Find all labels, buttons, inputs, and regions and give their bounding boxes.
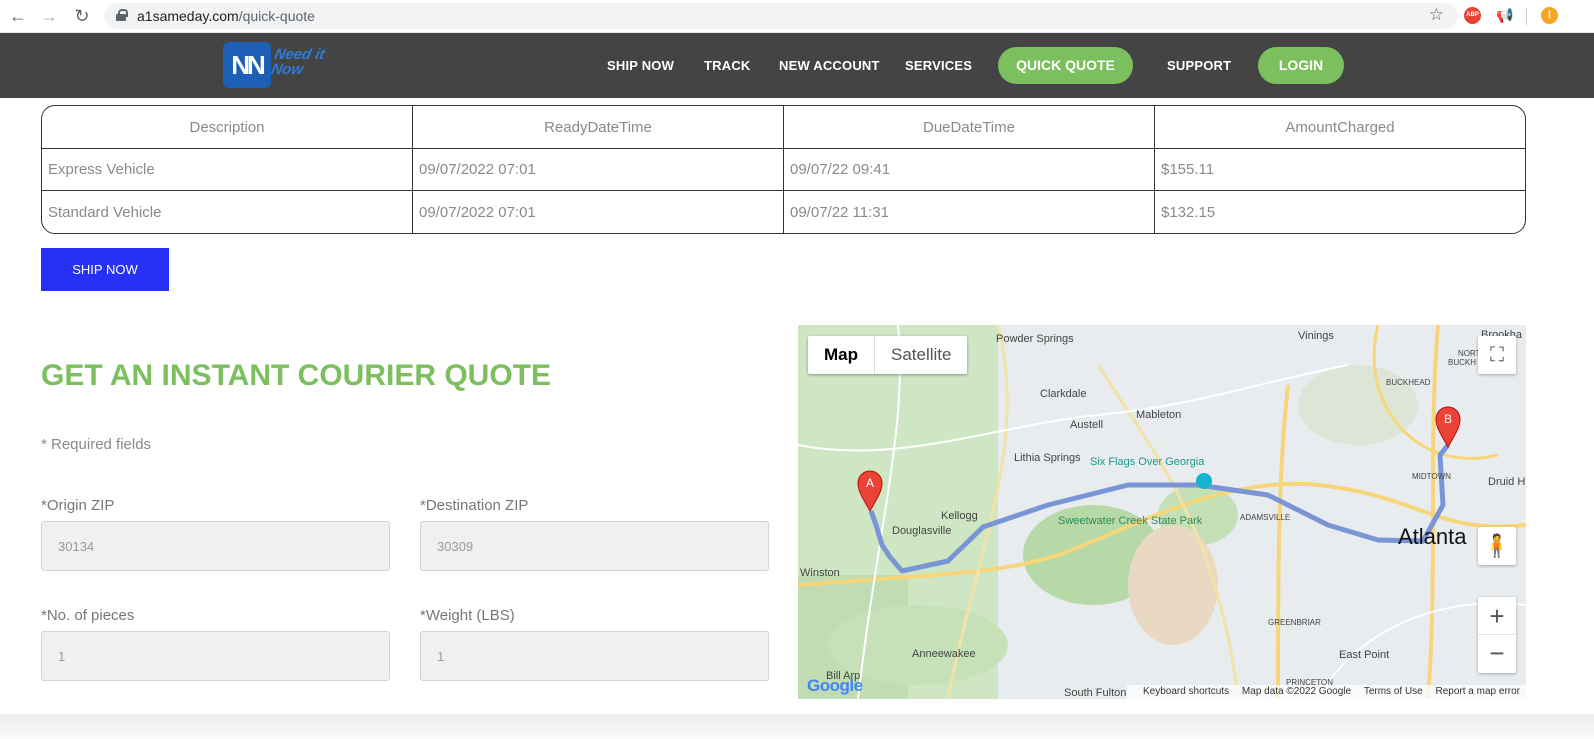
cell-due: 09/07/22 11:31	[784, 191, 1155, 233]
map-label: Druid H	[1488, 476, 1525, 488]
table-header-row: Description ReadyDateTime DueDateTime Am…	[42, 106, 1525, 149]
col-due-datetime: DueDateTime	[784, 106, 1155, 149]
col-amount-charged: AmountCharged	[1155, 106, 1525, 149]
site-header: NN Need it Now SHIP NOW TRACK NEW ACCOUN…	[0, 33, 1594, 98]
map-airport-area	[1128, 525, 1218, 645]
zoom-controls: + −	[1478, 597, 1516, 673]
cell-ready: 09/07/2022 07:01	[413, 149, 784, 191]
ship-now-button[interactable]: SHIP NOW	[41, 248, 169, 291]
map-label: Lithia Springs	[1014, 452, 1081, 464]
google-logo: Google	[807, 676, 863, 695]
nav-new-account[interactable]: NEW ACCOUNT	[779, 58, 880, 73]
back-arrow-icon[interactable]: ←	[6, 4, 30, 28]
update-alert-icon[interactable]: !	[1541, 7, 1558, 24]
marker-b-icon[interactable]: B	[1435, 406, 1461, 449]
route-map[interactable]: A B Powder Springs Clarkdale Mableton Au…	[798, 325, 1526, 699]
nav-support[interactable]: SUPPORT	[1167, 58, 1231, 73]
nav-login-button[interactable]: LOGIN	[1258, 47, 1344, 84]
map-label: Vinings	[1298, 330, 1334, 342]
map-label: Clarkdale	[1040, 388, 1086, 400]
map-label: Kellogg	[941, 510, 978, 522]
page-bottom-edge	[0, 714, 1594, 739]
zoom-in-icon[interactable]: +	[1478, 597, 1516, 635]
table-row[interactable]: Standard Vehicle 09/07/2022 07:01 09/07/…	[42, 191, 1525, 233]
map-label: GREENBRIAR	[1268, 618, 1321, 627]
map-label: Winston	[800, 567, 840, 579]
cell-ready: 09/07/2022 07:01	[413, 191, 784, 233]
megaphone-extension-icon[interactable]: 📢	[1496, 7, 1513, 24]
nav-ship-now[interactable]: SHIP NOW	[607, 58, 674, 73]
map-green-area	[1298, 365, 1418, 445]
map-type-satellite-button[interactable]: Satellite	[875, 336, 967, 374]
nav-track[interactable]: TRACK	[704, 58, 751, 73]
logo-script-text: Need it Now	[269, 46, 327, 78]
fullscreen-icon[interactable]: ⛶	[1478, 336, 1516, 374]
reload-icon[interactable]: ↻	[70, 4, 94, 28]
logo-badge: NN	[223, 42, 271, 88]
map-data-attribution: Map data ©2022 Google	[1241, 686, 1352, 697]
map-highway	[1276, 384, 1290, 699]
cell-description: Standard Vehicle	[42, 191, 413, 233]
map-label: Mableton	[1136, 409, 1181, 421]
report-map-error-link[interactable]: Report a map error	[1436, 686, 1520, 697]
destination-zip-input[interactable]	[420, 521, 769, 571]
marker-b-label: B	[1444, 412, 1452, 426]
cell-amount: $155.11	[1155, 149, 1525, 191]
map-label: BUCKH	[1448, 358, 1476, 367]
street-view-pegman-icon[interactable]: 🧍	[1478, 527, 1516, 565]
map-type-map-button[interactable]: Map	[808, 336, 875, 374]
form-title: GET AN INSTANT COURIER QUOTE	[41, 359, 551, 392]
keyboard-shortcuts-link[interactable]: Keyboard shortcuts	[1143, 686, 1229, 697]
required-fields-note: * Required fields	[41, 436, 152, 453]
origin-zip-input[interactable]	[41, 521, 390, 571]
map-label: ADAMSVILLE	[1240, 513, 1290, 522]
map-label-atlanta: Atlanta	[1398, 524, 1467, 549]
table-row[interactable]: Express Vehicle 09/07/2022 07:01 09/07/2…	[42, 149, 1525, 191]
nav-quick-quote-button[interactable]: QUICK QUOTE	[998, 47, 1133, 84]
url-text: a1sameday.com/quick-quote	[137, 8, 315, 24]
map-label: Powder Springs	[996, 333, 1074, 345]
map-label-park: Sweetwater Creek State Park	[1058, 515, 1203, 527]
pieces-input[interactable]	[41, 631, 390, 681]
address-bar[interactable]: a1sameday.com/quick-quote ☆	[104, 3, 1458, 29]
nav-services[interactable]: SERVICES	[905, 58, 972, 73]
pieces-label: *No. of pieces	[41, 607, 135, 624]
col-ready-datetime: ReadyDateTime	[413, 106, 784, 149]
bookmark-star-icon[interactable]: ☆	[1429, 5, 1444, 25]
browser-toolbar: ← → ↻ a1sameday.com/quick-quote ☆ ABP 📢 …	[0, 0, 1594, 33]
attraction-pin-icon	[1196, 473, 1212, 489]
cell-due: 09/07/22 09:41	[784, 149, 1155, 191]
weight-label: *Weight (LBS)	[420, 607, 515, 624]
map-label: Douglasville	[892, 525, 951, 537]
lock-icon	[116, 9, 128, 21]
forward-arrow-icon[interactable]: →	[37, 4, 61, 28]
col-description: Description	[42, 106, 413, 149]
toolbar-separator	[1526, 8, 1527, 25]
map-canvas[interactable]: A B Powder Springs Clarkdale Mableton Au…	[798, 325, 1526, 699]
map-label: MIDTOWN	[1412, 472, 1451, 481]
weight-input[interactable]	[420, 631, 769, 681]
destination-zip-label: *Destination ZIP	[420, 497, 529, 514]
marker-a-label: A	[866, 476, 874, 490]
cell-description: Express Vehicle	[42, 149, 413, 191]
origin-zip-label: *Origin ZIP	[41, 497, 115, 514]
map-label-six-flags: Six Flags Over Georgia	[1090, 456, 1205, 468]
site-logo[interactable]: NN Need it Now	[223, 41, 341, 89]
terms-of-use-link[interactable]: Terms of Use	[1364, 686, 1423, 697]
map-type-toggle: Map Satellite	[808, 336, 968, 374]
map-label: Anneewakee	[912, 648, 976, 660]
map-label: East Point	[1339, 649, 1389, 661]
adblock-extension-icon[interactable]: ABP	[1464, 7, 1481, 24]
map-label: Austell	[1070, 419, 1103, 431]
map-label: South Fulton	[1064, 687, 1126, 699]
quote-results-table: Description ReadyDateTime DueDateTime Am…	[41, 105, 1526, 234]
zoom-out-icon[interactable]: −	[1478, 635, 1516, 673]
cell-amount: $132.15	[1161, 203, 1216, 221]
map-label: BUCKHEAD	[1386, 378, 1431, 387]
map-footer: Keyboard shortcuts Map data ©2022 Google…	[1126, 685, 1526, 699]
